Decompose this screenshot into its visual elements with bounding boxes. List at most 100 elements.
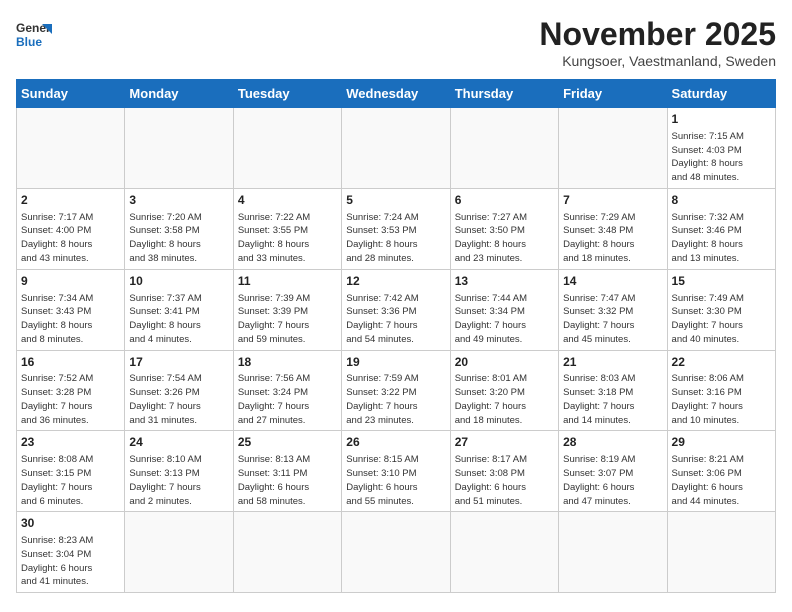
calendar-cell: 21Sunrise: 8:03 AM Sunset: 3:18 PM Dayli… (559, 350, 667, 431)
calendar-cell (559, 512, 667, 593)
calendar-cell: 17Sunrise: 7:54 AM Sunset: 3:26 PM Dayli… (125, 350, 233, 431)
day-number: 1 (672, 111, 771, 128)
calendar-cell: 19Sunrise: 7:59 AM Sunset: 3:22 PM Dayli… (342, 350, 450, 431)
day-info: Sunrise: 7:34 AM Sunset: 3:43 PM Dayligh… (21, 292, 120, 347)
day-info: Sunrise: 8:01 AM Sunset: 3:20 PM Dayligh… (455, 372, 554, 427)
day-info: Sunrise: 7:59 AM Sunset: 3:22 PM Dayligh… (346, 372, 445, 427)
week-row-5: 23 Sunrise: 8:08 AM Sunset: 3:15 PM Dayli… (17, 431, 776, 512)
day-number: 20 (455, 354, 554, 371)
calendar-cell (17, 108, 125, 189)
calendar-cell (233, 108, 341, 189)
day-number: 3 (129, 192, 228, 209)
calendar-cell: 8 Sunrise: 7:32 AM Sunset: 3:46 PM Daylig… (667, 188, 775, 269)
calendar-cell: 27Sunrise: 8:17 AM Sunset: 3:08 PM Dayli… (450, 431, 558, 512)
day-info: Sunrise: 8:19 AM Sunset: 3:07 PM Dayligh… (563, 453, 662, 508)
day-info: Sunrise: 7:20 AM Sunset: 3:58 PM Dayligh… (129, 211, 228, 266)
calendar: SundayMondayTuesdayWednesdayThursdayFrid… (16, 79, 776, 593)
calendar-cell (559, 108, 667, 189)
day-info: Sunrise: 8:03 AM Sunset: 3:18 PM Dayligh… (563, 372, 662, 427)
calendar-cell: 7 Sunrise: 7:29 AM Sunset: 3:48 PM Daylig… (559, 188, 667, 269)
day-number: 28 (563, 434, 662, 451)
calendar-cell: 5Sunrise: 7:24 AM Sunset: 3:53 PM Daylig… (342, 188, 450, 269)
week-row-6: 30 Sunrise: 8:23 AM Sunset: 3:04 PM Dayli… (17, 512, 776, 593)
day-info: Sunrise: 7:37 AM Sunset: 3:41 PM Dayligh… (129, 292, 228, 347)
calendar-cell: 18Sunrise: 7:56 AM Sunset: 3:24 PM Dayli… (233, 350, 341, 431)
day-info: Sunrise: 8:21 AM Sunset: 3:06 PM Dayligh… (672, 453, 771, 508)
calendar-cell: 2Sunrise: 7:17 AM Sunset: 4:00 PM Daylig… (17, 188, 125, 269)
calendar-cell: 10Sunrise: 7:37 AM Sunset: 3:41 PM Dayli… (125, 269, 233, 350)
day-number: 16 (21, 354, 120, 371)
calendar-cell: 15Sunrise: 7:49 AM Sunset: 3:30 PM Dayli… (667, 269, 775, 350)
day-number: 19 (346, 354, 445, 371)
day-number: 25 (238, 434, 337, 451)
day-number: 7 (563, 192, 662, 209)
calendar-cell: 6 Sunrise: 7:27 AM Sunset: 3:50 PM Daylig… (450, 188, 558, 269)
weekday-header-friday: Friday (559, 80, 667, 108)
calendar-cell: 9 Sunrise: 7:34 AM Sunset: 3:43 PM Daylig… (17, 269, 125, 350)
calendar-cell: 4Sunrise: 7:22 AM Sunset: 3:55 PM Daylig… (233, 188, 341, 269)
calendar-cell (450, 108, 558, 189)
week-row-4: 16Sunrise: 7:52 AM Sunset: 3:28 PM Dayli… (17, 350, 776, 431)
header: General Blue November 2025 Kungsoer, Vae… (16, 16, 776, 69)
day-number: 14 (563, 273, 662, 290)
calendar-cell: 1 Sunrise: 7:15 AM Sunset: 4:03 PM Daylig… (667, 108, 775, 189)
calendar-cell: 20Sunrise: 8:01 AM Sunset: 3:20 PM Dayli… (450, 350, 558, 431)
calendar-cell: 28 Sunrise: 8:19 AM Sunset: 3:07 PM Dayli… (559, 431, 667, 512)
main-title: November 2025 (539, 16, 776, 53)
day-number: 9 (21, 273, 120, 290)
day-info: Sunrise: 8:23 AM Sunset: 3:04 PM Dayligh… (21, 534, 120, 589)
day-info: Sunrise: 7:44 AM Sunset: 3:34 PM Dayligh… (455, 292, 554, 347)
weekday-header-saturday: Saturday (667, 80, 775, 108)
calendar-cell (667, 512, 775, 593)
weekday-header-monday: Monday (125, 80, 233, 108)
day-number: 8 (672, 192, 771, 209)
day-info: Sunrise: 8:08 AM Sunset: 3:15 PM Dayligh… (21, 453, 120, 508)
day-number: 4 (238, 192, 337, 209)
day-info: Sunrise: 7:54 AM Sunset: 3:26 PM Dayligh… (129, 372, 228, 427)
calendar-cell: 11Sunrise: 7:39 AM Sunset: 3:39 PM Dayli… (233, 269, 341, 350)
day-number: 6 (455, 192, 554, 209)
logo-icon: General Blue (16, 16, 52, 52)
calendar-cell: 16Sunrise: 7:52 AM Sunset: 3:28 PM Dayli… (17, 350, 125, 431)
day-number: 18 (238, 354, 337, 371)
day-info: Sunrise: 7:27 AM Sunset: 3:50 PM Dayligh… (455, 211, 554, 266)
calendar-cell: 22Sunrise: 8:06 AM Sunset: 3:16 PM Dayli… (667, 350, 775, 431)
day-number: 12 (346, 273, 445, 290)
day-number: 29 (672, 434, 771, 451)
day-info: Sunrise: 7:42 AM Sunset: 3:36 PM Dayligh… (346, 292, 445, 347)
day-number: 21 (563, 354, 662, 371)
week-row-1: 1 Sunrise: 7:15 AM Sunset: 4:03 PM Daylig… (17, 108, 776, 189)
day-number: 23 (21, 434, 120, 451)
day-number: 30 (21, 515, 120, 532)
weekday-header-sunday: Sunday (17, 80, 125, 108)
title-area: November 2025 Kungsoer, Vaestmanland, Sw… (539, 16, 776, 69)
day-info: Sunrise: 7:24 AM Sunset: 3:53 PM Dayligh… (346, 211, 445, 266)
calendar-cell (125, 512, 233, 593)
day-info: Sunrise: 7:47 AM Sunset: 3:32 PM Dayligh… (563, 292, 662, 347)
calendar-cell (342, 108, 450, 189)
day-info: Sunrise: 8:10 AM Sunset: 3:13 PM Dayligh… (129, 453, 228, 508)
day-number: 27 (455, 434, 554, 451)
week-row-3: 9 Sunrise: 7:34 AM Sunset: 3:43 PM Daylig… (17, 269, 776, 350)
svg-text:Blue: Blue (16, 35, 42, 49)
calendar-cell: 3 Sunrise: 7:20 AM Sunset: 3:58 PM Daylig… (125, 188, 233, 269)
day-info: Sunrise: 7:29 AM Sunset: 3:48 PM Dayligh… (563, 211, 662, 266)
weekday-header-tuesday: Tuesday (233, 80, 341, 108)
day-info: Sunrise: 7:32 AM Sunset: 3:46 PM Dayligh… (672, 211, 771, 266)
day-number: 13 (455, 273, 554, 290)
day-info: Sunrise: 8:15 AM Sunset: 3:10 PM Dayligh… (346, 453, 445, 508)
day-number: 15 (672, 273, 771, 290)
day-info: Sunrise: 8:13 AM Sunset: 3:11 PM Dayligh… (238, 453, 337, 508)
day-info: Sunrise: 7:15 AM Sunset: 4:03 PM Dayligh… (672, 130, 771, 185)
day-number: 22 (672, 354, 771, 371)
calendar-cell: 23 Sunrise: 8:08 AM Sunset: 3:15 PM Dayli… (17, 431, 125, 512)
day-info: Sunrise: 7:52 AM Sunset: 3:28 PM Dayligh… (21, 372, 120, 427)
calendar-cell: 26 Sunrise: 8:15 AM Sunset: 3:10 PM Dayli… (342, 431, 450, 512)
calendar-cell: 13 Sunrise: 7:44 AM Sunset: 3:34 PM Dayli… (450, 269, 558, 350)
calendar-cell (125, 108, 233, 189)
calendar-cell: 12 Sunrise: 7:42 AM Sunset: 3:36 PM Dayli… (342, 269, 450, 350)
day-info: Sunrise: 7:56 AM Sunset: 3:24 PM Dayligh… (238, 372, 337, 427)
calendar-cell: 29 Sunrise: 8:21 AM Sunset: 3:06 PM Dayli… (667, 431, 775, 512)
calendar-cell (342, 512, 450, 593)
day-number: 26 (346, 434, 445, 451)
